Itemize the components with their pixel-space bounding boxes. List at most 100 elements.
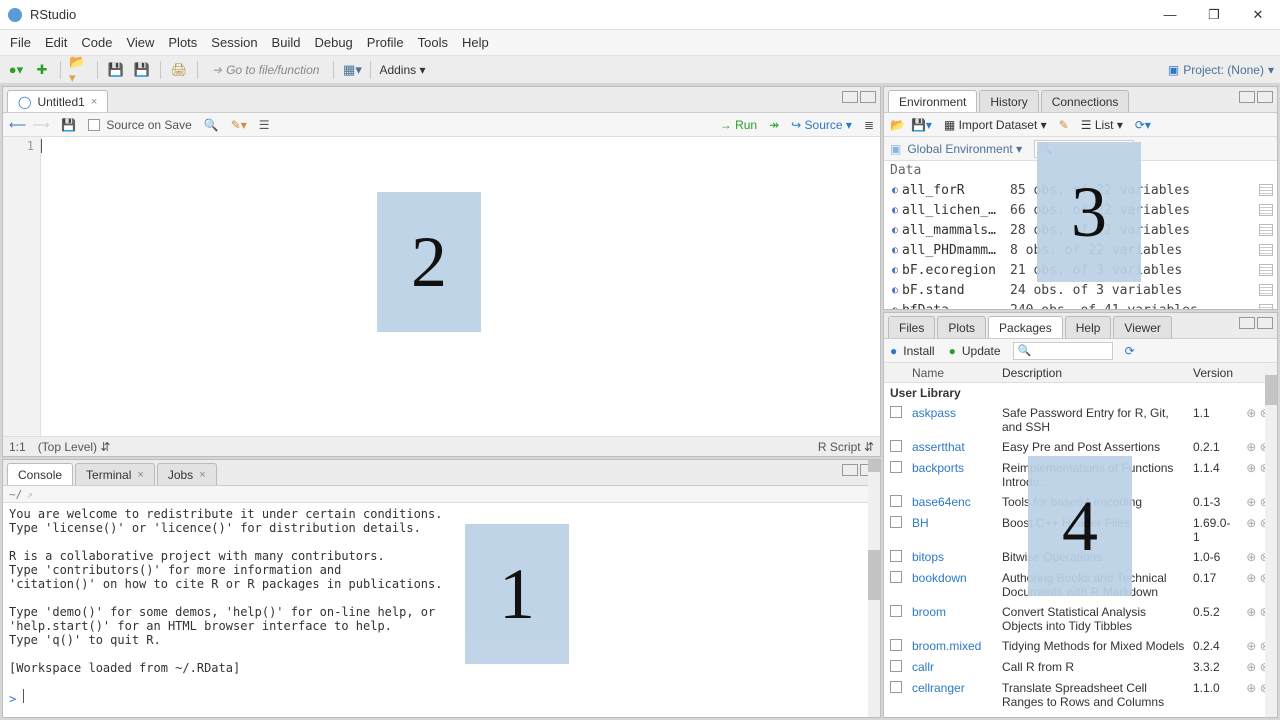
menu-file[interactable]: File xyxy=(10,35,31,50)
source-on-save-checkbox[interactable] xyxy=(88,119,100,131)
menu-build[interactable]: Build xyxy=(272,35,301,50)
save-source-icon[interactable]: 💾 xyxy=(61,118,76,132)
grid-icon[interactable]: ▦▾ xyxy=(342,60,362,80)
view-data-icon[interactable] xyxy=(1259,224,1273,236)
open-file-icon[interactable]: 📂▾ xyxy=(69,60,89,80)
tab-files[interactable]: Files xyxy=(888,316,935,338)
maximize-button[interactable]: ❐ xyxy=(1192,0,1236,30)
minimize-pane-icon[interactable] xyxy=(842,464,858,476)
menu-help[interactable]: Help xyxy=(462,35,489,50)
web-icon[interactable]: ⊕ xyxy=(1246,550,1256,564)
addins-menu[interactable]: Addins ▾ xyxy=(379,63,425,77)
package-name[interactable]: assertthat xyxy=(908,440,998,454)
list-view-button[interactable]: ☰ List ▾ xyxy=(1081,118,1123,132)
tab-connections[interactable]: Connections xyxy=(1041,90,1130,112)
view-data-icon[interactable] xyxy=(1259,304,1273,309)
close-icon[interactable]: × xyxy=(199,469,205,481)
tab-history[interactable]: History xyxy=(979,90,1038,112)
menu-view[interactable]: View xyxy=(126,35,154,50)
menu-plots[interactable]: Plots xyxy=(168,35,197,50)
run-button[interactable]: → Run xyxy=(720,118,757,132)
web-icon[interactable]: ⊕ xyxy=(1246,605,1256,619)
tab-viewer[interactable]: Viewer xyxy=(1113,316,1171,338)
maximize-pane-icon[interactable] xyxy=(1257,317,1273,329)
expand-icon[interactable]: ◐ xyxy=(888,245,902,256)
find-icon[interactable]: 🔍 xyxy=(204,118,219,132)
minimize-pane-icon[interactable] xyxy=(842,91,858,103)
tab-help[interactable]: Help xyxy=(1065,316,1112,338)
wand-icon[interactable]: ✎▾ xyxy=(231,118,247,132)
pkgs-search-input[interactable] xyxy=(1013,342,1113,360)
goto-dir-icon[interactable]: ⇗ xyxy=(26,488,33,501)
outline-icon[interactable]: ☰ xyxy=(259,118,270,132)
view-data-icon[interactable] xyxy=(1259,284,1273,296)
close-button[interactable]: ✕ xyxy=(1236,0,1280,30)
tab-plots[interactable]: Plots xyxy=(937,316,986,338)
web-icon[interactable]: ⊕ xyxy=(1246,495,1256,509)
minimize-pane-icon[interactable] xyxy=(1239,91,1255,103)
console-scrollbar[interactable] xyxy=(868,460,880,717)
close-icon[interactable]: × xyxy=(137,469,143,481)
env-row[interactable]: ◐bF.stand24 obs. of 3 variables xyxy=(884,280,1277,300)
print-icon[interactable]: 🖨 xyxy=(169,60,189,80)
package-name[interactable]: bitops xyxy=(908,550,998,564)
package-checkbox[interactable] xyxy=(890,605,902,617)
expand-icon[interactable]: ◐ xyxy=(888,185,902,196)
refresh-pkgs-icon[interactable]: ⟳ xyxy=(1125,344,1135,358)
open-env-icon[interactable]: 📂 xyxy=(890,118,905,132)
rerun-icon[interactable]: ↠ xyxy=(769,118,779,132)
package-checkbox[interactable] xyxy=(890,461,902,473)
web-icon[interactable]: ⊕ xyxy=(1246,406,1256,420)
package-name[interactable]: BH xyxy=(908,516,998,530)
source-tab-untitled[interactable]: ◯ Untitled1 × xyxy=(7,90,108,112)
web-icon[interactable]: ⊕ xyxy=(1246,516,1256,530)
web-icon[interactable]: ⊕ xyxy=(1246,681,1256,695)
packages-scrollbar[interactable] xyxy=(1265,363,1277,717)
menu-edit[interactable]: Edit xyxy=(45,35,67,50)
project-dropdown[interactable]: ▣ Project: (None) ▾ xyxy=(1168,63,1274,77)
tab-packages[interactable]: Packages xyxy=(988,316,1063,338)
source-editor[interactable]: 1 2 xyxy=(3,137,880,436)
tab-console[interactable]: Console xyxy=(7,463,73,485)
view-data-icon[interactable] xyxy=(1259,204,1273,216)
source-button[interactable]: ↪ Source ▾ xyxy=(791,118,852,132)
view-data-icon[interactable] xyxy=(1259,184,1273,196)
env-scope-dropdown[interactable]: Global Environment ▾ xyxy=(907,142,1022,156)
maximize-pane-icon[interactable] xyxy=(1257,91,1273,103)
console-output[interactable]: You are welcome to redistribute it under… xyxy=(3,503,880,717)
package-name[interactable]: callr xyxy=(908,660,998,674)
package-checkbox[interactable] xyxy=(890,660,902,672)
menu-tools[interactable]: Tools xyxy=(418,35,448,50)
view-data-icon[interactable] xyxy=(1259,244,1273,256)
menu-session[interactable]: Session xyxy=(211,35,257,50)
package-name[interactable]: bookdown xyxy=(908,571,998,585)
expand-icon[interactable]: ◐ xyxy=(888,285,902,296)
package-name[interactable]: broom xyxy=(908,605,998,619)
forward-icon[interactable]: ⟶ xyxy=(32,118,49,132)
new-project-icon[interactable]: ✚ xyxy=(32,60,52,80)
update-button[interactable]: Update xyxy=(962,344,1001,358)
save-all-icon[interactable]: 💾 xyxy=(132,60,152,80)
scope-indicator[interactable]: (Top Level) ⇵ xyxy=(38,440,111,454)
package-checkbox[interactable] xyxy=(890,639,902,651)
refresh-env-icon[interactable]: ⟳▾ xyxy=(1135,118,1151,132)
package-name[interactable]: askpass xyxy=(908,406,998,420)
expand-icon[interactable]: ◐ xyxy=(888,265,902,276)
view-data-icon[interactable] xyxy=(1259,264,1273,276)
expand-icon[interactable]: ◐ xyxy=(888,205,902,216)
menu-code[interactable]: Code xyxy=(81,35,112,50)
minimize-button[interactable]: — xyxy=(1148,0,1192,30)
tab-environment[interactable]: Environment xyxy=(888,90,977,112)
web-icon[interactable]: ⊕ xyxy=(1246,660,1256,674)
brush-icon[interactable]: ✎ xyxy=(1059,118,1069,132)
menu-profile[interactable]: Profile xyxy=(367,35,404,50)
package-name[interactable]: cellranger xyxy=(908,681,998,695)
new-file-icon[interactable]: ●▾ xyxy=(6,60,26,80)
env-row[interactable]: ◐bfData240 obs. of 41 variables xyxy=(884,300,1277,309)
back-icon[interactable]: ⟵ xyxy=(9,118,26,132)
web-icon[interactable]: ⊕ xyxy=(1246,461,1256,475)
package-checkbox[interactable] xyxy=(890,681,902,693)
web-icon[interactable]: ⊕ xyxy=(1246,639,1256,653)
menu-debug[interactable]: Debug xyxy=(314,35,352,50)
tab-jobs[interactable]: Jobs × xyxy=(157,463,217,485)
